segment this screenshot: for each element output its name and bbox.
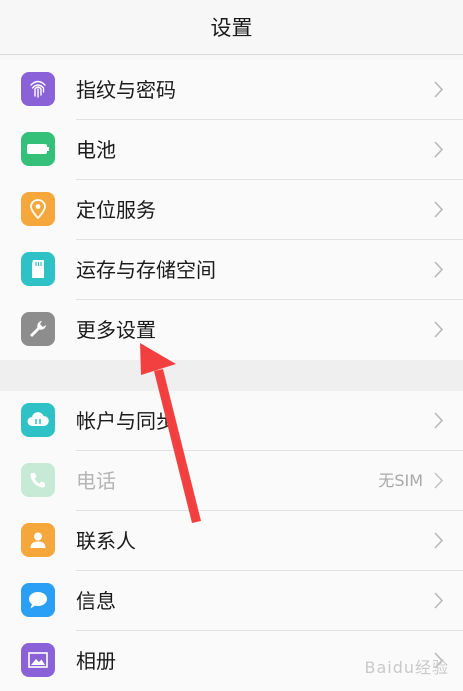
location-pin-icon xyxy=(21,192,55,226)
row-memory-storage[interactable]: 运存与存储空间 xyxy=(0,240,463,300)
section-divider xyxy=(0,360,463,391)
row-label: 相册 xyxy=(76,649,116,673)
chevron-right-icon xyxy=(434,81,443,98)
settings-group-2: 帐户与同步 电话 无SIM 联系人 信息 相册 xyxy=(0,391,463,691)
row-label: 电池 xyxy=(76,138,116,162)
photo-album-icon xyxy=(21,643,55,677)
row-label: 指纹与密码 xyxy=(76,78,176,102)
row-battery[interactable]: 电池 xyxy=(0,120,463,180)
chevron-right-icon xyxy=(434,592,443,609)
row-location-service[interactable]: 定位服务 xyxy=(0,180,463,240)
row-label: 更多设置 xyxy=(76,318,156,342)
chevron-right-icon xyxy=(434,321,443,338)
row-label: 电话 xyxy=(76,469,116,493)
chevron-right-icon xyxy=(434,141,443,158)
row-label: 运存与存储空间 xyxy=(76,258,216,282)
row-account-sync[interactable]: 帐户与同步 xyxy=(0,391,463,451)
chevron-right-icon xyxy=(434,412,443,429)
page-title: 设置 xyxy=(210,16,253,40)
contact-icon xyxy=(21,523,55,557)
phone-icon xyxy=(21,463,55,497)
chevron-right-icon xyxy=(434,261,443,278)
row-more-settings[interactable]: 更多设置 xyxy=(0,300,463,360)
row-messages[interactable]: 信息 xyxy=(0,571,463,631)
baidu-jingyan-watermark: Baidu经验 xyxy=(364,658,449,677)
battery-icon xyxy=(21,132,55,166)
sim-status: 无SIM xyxy=(378,471,423,490)
chevron-right-icon xyxy=(434,532,443,549)
message-icon xyxy=(21,583,55,617)
row-label: 帐户与同步 xyxy=(76,409,176,433)
wrench-icon xyxy=(21,312,55,346)
row-phone[interactable]: 电话 无SIM xyxy=(0,451,463,511)
settings-group-1: 指纹与密码 电池 定位服务 运存与存储空间 更多设置 xyxy=(0,60,463,360)
chevron-right-icon xyxy=(434,201,443,218)
row-label: 信息 xyxy=(76,589,116,613)
chevron-right-icon xyxy=(434,472,443,489)
cloud-sync-icon xyxy=(21,403,55,437)
sd-card-icon xyxy=(21,252,55,286)
row-label: 联系人 xyxy=(76,529,136,553)
row-contacts[interactable]: 联系人 xyxy=(0,511,463,571)
fingerprint-icon xyxy=(21,72,55,106)
row-label: 定位服务 xyxy=(76,198,156,222)
header-bar: 设置 xyxy=(0,0,463,55)
row-fingerprint-password[interactable]: 指纹与密码 xyxy=(0,60,463,120)
